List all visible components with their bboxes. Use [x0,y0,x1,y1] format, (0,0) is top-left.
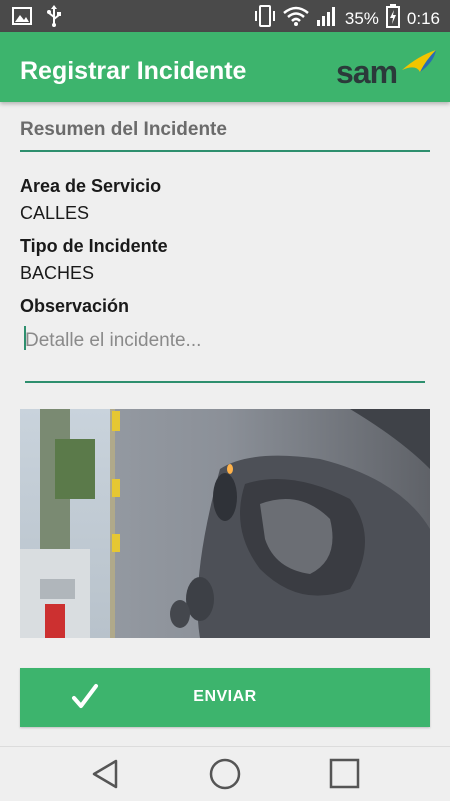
vibrate-icon [254,4,276,33]
battery-charging-icon [385,4,400,33]
navigation-bar [0,746,450,801]
tipo-value: BACHES [20,263,95,283]
enviar-label: ENVIAR [193,688,257,705]
home-icon[interactable] [205,757,245,791]
app-bar: Registrar Incidente sam [0,32,450,102]
incident-photo [20,409,430,638]
section-title: Resumen del Incidente [20,119,227,140]
gallery-icon [12,7,32,30]
section-divider [20,150,430,152]
usb-icon [46,5,62,32]
clock: 0:16 [406,8,440,28]
status-bar: 35% 0:16 [0,0,450,32]
tipo-label: Tipo de Incidente [20,236,168,256]
observacion-input[interactable] [25,325,425,383]
wifi-icon [283,6,309,31]
battery-percent: 35% [344,8,379,28]
logo-swoosh-icon [402,50,436,72]
area-label: Area de Servicio [20,176,162,196]
back-icon[interactable] [86,757,126,791]
signal-icon [316,6,338,31]
sam-logo: sam [336,44,440,94]
enviar-button[interactable]: ENVIAR [20,668,430,727]
page-title: Registrar Incidente [20,57,247,85]
recents-icon[interactable] [324,757,364,791]
observacion-label: Observación [20,296,130,316]
text-cursor [24,326,26,350]
area-value: CALLES [20,203,90,223]
